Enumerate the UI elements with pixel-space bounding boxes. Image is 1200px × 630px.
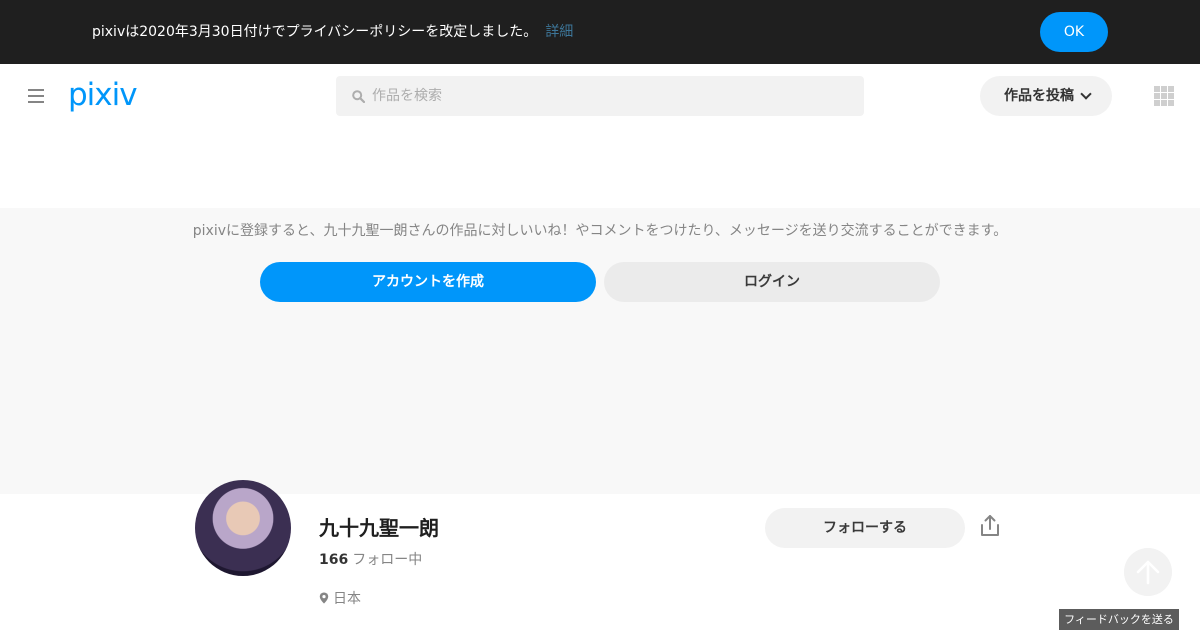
following-count[interactable]: 166 フォロー中 <box>319 551 422 569</box>
share-icon[interactable] <box>979 514 1001 538</box>
following-label: フォロー中 <box>352 552 423 568</box>
privacy-ok-button[interactable]: OK <box>1040 12 1108 52</box>
page: pixivは2020年3月30日付けでプライバシーポリシーを改定しました。 詳細 … <box>0 0 1200 630</box>
following-count-value: 166 <box>319 552 349 568</box>
post-work-button[interactable]: 作品を投稿 <box>980 76 1112 116</box>
privacy-notice-message: pixivは2020年3月30日付けでプライバシーポリシーを改定しました。 <box>92 24 538 40</box>
menu-icon[interactable] <box>28 89 44 103</box>
pixiv-logo-text: pixiv <box>68 77 137 113</box>
privacy-details-link[interactable]: 詳細 <box>545 24 573 40</box>
create-account-button[interactable]: アカウントを作成 <box>260 262 596 302</box>
feedback-button[interactable]: フィードバックを送る <box>1059 609 1179 630</box>
signup-prompt <box>0 208 1200 494</box>
pin-icon <box>319 592 329 604</box>
profile-location: 日本 <box>319 590 361 608</box>
search-input[interactable] <box>372 76 852 116</box>
pixiv-logo[interactable]: pixiv <box>68 77 152 113</box>
chevron-down-icon <box>1080 88 1092 100</box>
privacy-notice-text: pixivは2020年3月30日付けでプライバシーポリシーを改定しました。 詳細 <box>92 22 573 42</box>
post-work-label: 作品を投稿 <box>1004 88 1074 104</box>
follow-button[interactable]: フォローする <box>765 508 965 548</box>
scroll-to-top-button[interactable] <box>1124 548 1172 596</box>
location-text: 日本 <box>333 591 361 607</box>
profile-name: 九十九聖一朗 <box>319 516 439 540</box>
avatar[interactable] <box>195 480 291 576</box>
signup-prompt-text: pixivに登録すると、九十九聖一朗さんの作品に対しいいね！やコメントをつけたり… <box>192 223 1008 239</box>
search-icon <box>352 90 365 103</box>
login-button[interactable]: ログイン <box>604 262 940 302</box>
apps-icon[interactable] <box>1154 86 1174 106</box>
